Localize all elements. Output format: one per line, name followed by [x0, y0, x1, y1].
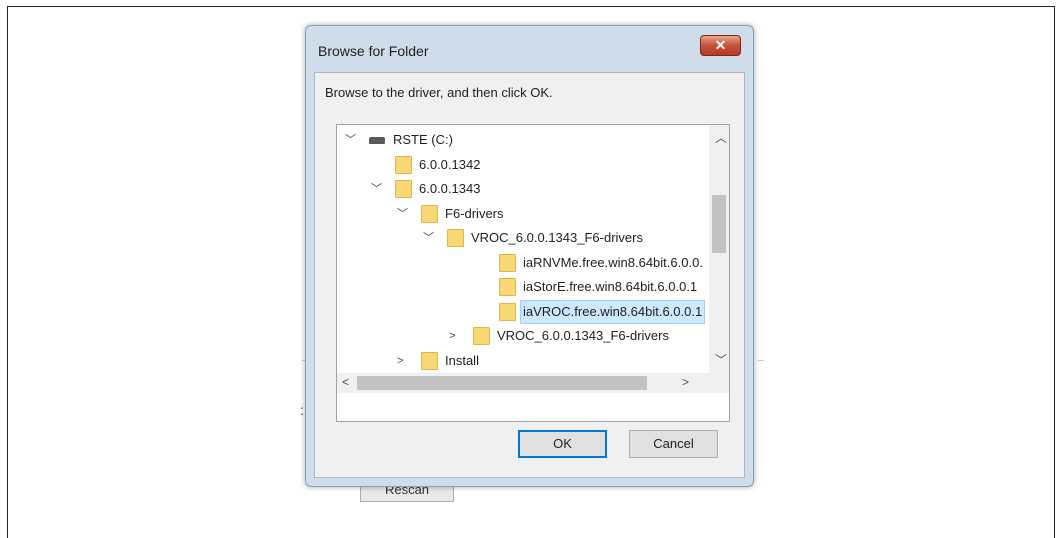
tree-item-label: VROC_6.0.0.1343_F6-drivers [471, 230, 643, 245]
dialog-title: Browse for Folder [318, 43, 429, 59]
background-colon: : [300, 402, 304, 418]
instruction-text: Browse to the driver, and then click OK. [325, 85, 553, 100]
chevron-right-icon[interactable]: > [397, 350, 411, 372]
folder-icon [395, 155, 412, 174]
close-button[interactable]: ✕ [700, 35, 741, 56]
vertical-scroll-thumb[interactable] [712, 195, 726, 253]
tree-item-label: F6-drivers [445, 205, 504, 221]
tree-item-label: iaVROC.free.win8.64bit.6.0.0.1 [519, 299, 706, 324]
folder-icon [499, 302, 516, 321]
close-icon: ✕ [714, 37, 727, 53]
browse-for-folder-dialog: Browse for Folder ✕ Browse to the driver… [305, 25, 754, 487]
dialog-titlebar[interactable]: Browse for Folder ✕ [306, 26, 753, 72]
chevron-down-icon[interactable]: ﹀ [397, 203, 411, 225]
tree-item-label: Install [445, 352, 479, 368]
folder-icon [421, 351, 438, 370]
folder-icon [499, 278, 516, 296]
vertical-scrollbar[interactable]: ︿ ﹀ [709, 125, 729, 373]
folder-icon [499, 253, 516, 272]
folder-icon [395, 180, 412, 198]
background-divider [758, 360, 764, 361]
tree-item-label: 6.0.0.1342 [419, 156, 481, 172]
chevron-down-icon[interactable]: ﹀ [345, 129, 359, 151]
folder-icon [447, 229, 464, 247]
scroll-up-icon[interactable]: ︿ [715, 129, 727, 146]
folder-icon [421, 204, 438, 223]
horizontal-scroll-thumb[interactable] [357, 376, 647, 390]
chevron-right-icon[interactable]: > [449, 325, 463, 347]
scroll-right-icon[interactable]: > [682, 375, 689, 389]
ok-button[interactable]: OK [518, 430, 607, 458]
folder-tree[interactable]: ﹀ RSTE (C:) 6.0.0.1342 ﹀ 6.0.0.1343 ﹀ F6-drive… [336, 124, 730, 422]
cancel-button[interactable]: Cancel [629, 430, 718, 458]
scroll-down-icon[interactable]: ﹀ [715, 351, 727, 368]
scrollbar-corner [709, 373, 729, 393]
tree-item-label: RSTE (C:) [393, 132, 453, 147]
tree-item-label: 6.0.0.1343 [419, 181, 481, 196]
tree-item-label: iaRNVMe.free.win8.64bit.6.0.0. [523, 254, 703, 270]
drive-icon [369, 137, 385, 144]
scroll-left-icon[interactable]: < [342, 375, 349, 389]
tree-item-label: iaStorE.free.win8.64bit.6.0.0.1 [523, 279, 698, 294]
folder-icon [473, 327, 490, 345]
chevron-down-icon[interactable]: ﹀ [423, 227, 437, 249]
chevron-down-icon[interactable]: ﹀ [371, 178, 385, 200]
horizontal-scrollbar[interactable]: < > [337, 373, 709, 393]
tree-item-label: VROC_6.0.0.1343_F6-drivers [497, 328, 669, 343]
